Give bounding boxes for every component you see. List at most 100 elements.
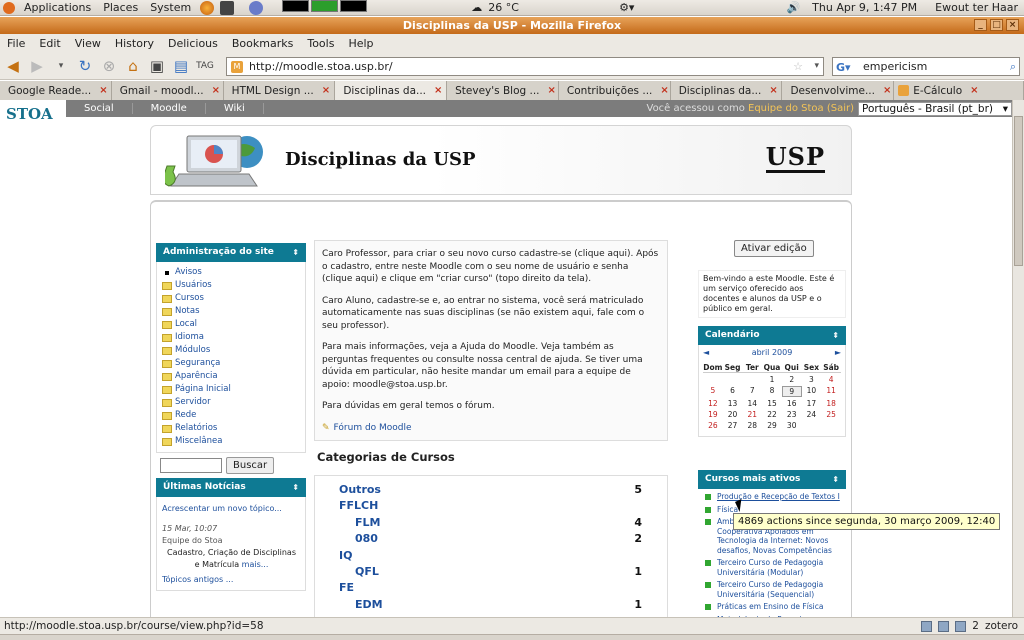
language-select[interactable]: Português - Brasil (pt_br) ▾ (858, 101, 1012, 116)
calendar-header[interactable]: Calendário ⇞ (698, 326, 846, 345)
calendar-day[interactable]: 4 (821, 375, 841, 384)
stoa-link-wiki[interactable]: Wiki (206, 103, 264, 114)
calendar-day[interactable]: 24 (802, 410, 822, 419)
calendar-day[interactable]: 18 (821, 399, 841, 408)
workspace-3[interactable] (340, 0, 368, 12)
status-addon-icon[interactable] (921, 620, 933, 632)
status-mail-icon[interactable] (955, 620, 967, 632)
calendar-day[interactable]: 2 (782, 375, 802, 384)
places-menu[interactable]: Places (97, 1, 144, 14)
menu-file[interactable]: File (0, 37, 32, 50)
category-link[interactable]: Outros (339, 483, 381, 499)
tab-close-icon[interactable]: × (434, 82, 442, 100)
window-titlebar[interactable]: Disciplinas da USP - Mozilla Firefox _ □… (0, 17, 1024, 34)
terminal-launcher-icon[interactable] (220, 0, 235, 15)
admin-search-input[interactable] (160, 458, 222, 473)
active-courses-header[interactable]: Cursos mais ativos ⇞ (698, 470, 846, 489)
menu-edit[interactable]: Edit (32, 37, 67, 50)
calendar-day[interactable]: 15 (762, 399, 782, 408)
admin-item[interactable]: Notas (162, 305, 301, 318)
category-link[interactable]: EDM (339, 598, 383, 614)
history-dropdown-icon[interactable]: ▾ (50, 55, 72, 77)
network-icon[interactable]: ⚙▾ (613, 1, 640, 14)
calendar-day[interactable]: 26 (703, 421, 723, 430)
menu-history[interactable]: History (108, 37, 161, 50)
tab-close-icon[interactable]: × (322, 82, 330, 100)
calendar-day[interactable]: 9 (781, 386, 802, 397)
user-switcher[interactable]: Ewout ter Haar (929, 1, 1024, 14)
close-icon[interactable]: × (1006, 19, 1019, 31)
system-menu[interactable]: System (144, 1, 197, 14)
turn-editing-on-button[interactable]: Ativar edição (734, 240, 814, 257)
next-month-icon[interactable]: ► (835, 348, 841, 360)
collapse-icon[interactable]: ⇞ (832, 326, 839, 345)
calendar-day[interactable]: 28 (742, 421, 762, 430)
admin-item[interactable]: Segurança (162, 357, 301, 370)
url-dropdown-icon[interactable]: ▾ (814, 58, 819, 75)
tab-8[interactable]: E-Cálculo × (894, 81, 1024, 100)
admin-item[interactable]: Local (162, 318, 301, 331)
tab-0[interactable]: Google Reade... × (0, 81, 112, 100)
category-link[interactable]: FFLCH (339, 499, 378, 515)
minimize-icon[interactable]: _ (974, 19, 987, 31)
calendar-day[interactable]: 17 (802, 399, 822, 408)
tag-icon[interactable]: TAG (194, 55, 216, 77)
admin-item[interactable]: Relatórios (162, 422, 301, 435)
menu-delicious[interactable]: Delicious (161, 37, 225, 50)
workspace-switcher[interactable] (280, 0, 368, 15)
login-user-link[interactable]: Equipe do Stoa (748, 103, 824, 114)
tab-close-icon[interactable]: × (970, 82, 978, 100)
calendar-month[interactable]: abril 2009 (752, 348, 793, 360)
active-course-item[interactable]: Práticas em Ensino de Física (702, 602, 842, 612)
calendar-day[interactable]: 29 (762, 421, 782, 430)
admin-item[interactable]: Módulos (162, 344, 301, 357)
clock[interactable]: Thu Apr 9, 1:47 PM (806, 1, 923, 14)
calendar-day[interactable]: 6 (723, 386, 743, 397)
menu-tools[interactable]: Tools (300, 37, 341, 50)
tab-close-icon[interactable]: × (883, 82, 891, 100)
google-engine-icon[interactable]: G▾ (836, 59, 851, 76)
url-bar[interactable]: M http://moodle.stoa.usp.br/ ☆ ▾ (226, 57, 824, 76)
star-icon[interactable]: ☆ (793, 58, 803, 75)
calendar-day[interactable]: 19 (703, 410, 723, 419)
workspace-2[interactable] (311, 0, 339, 12)
admin-item[interactable]: Página Inicial (162, 383, 301, 396)
admin-item[interactable]: Avisos (162, 266, 301, 279)
category-link[interactable]: FE (339, 581, 354, 597)
admin-item[interactable]: Servidor (162, 396, 301, 409)
calendar-day[interactable]: 23 (782, 410, 802, 419)
tab-2[interactable]: HTML Design ... × (224, 81, 336, 100)
category-link[interactable]: FLM (339, 516, 380, 532)
calendar-day[interactable]: 13 (723, 399, 743, 408)
maximize-icon[interactable]: □ (990, 19, 1003, 31)
forward-icon[interactable]: ▶ (26, 55, 48, 77)
tab-1[interactable]: Gmail - moodl... × (112, 81, 224, 100)
admin-item[interactable]: Miscelânea (162, 435, 301, 448)
admin-item[interactable]: Aparência (162, 370, 301, 383)
tab-3[interactable]: Disciplinas da... × (335, 81, 448, 100)
search-input[interactable]: G▾ empericism ⌕ (832, 57, 1020, 76)
stoa-link-social[interactable]: Social (66, 103, 133, 114)
older-topics-link[interactable]: Tópicos antigos ... (162, 574, 301, 586)
calendar-day[interactable]: 1 (762, 375, 782, 384)
calendar-day[interactable]: 14 (742, 399, 762, 408)
bookmark-toolbar-icon[interactable]: ▣ (146, 55, 168, 77)
logout-link[interactable]: (Sair) (827, 103, 854, 114)
active-course-item[interactable]: Terceiro Curso de Pedagogia Universitári… (702, 580, 842, 599)
admin-item[interactable]: Idioma (162, 331, 301, 344)
calendar-day[interactable]: 11 (821, 386, 841, 397)
news-more-link[interactable]: mais... (242, 560, 269, 569)
search-icon[interactable]: ⌕ (1010, 58, 1016, 75)
calendar-day[interactable]: 25 (821, 410, 841, 419)
collapse-icon[interactable]: ⇞ (292, 243, 299, 262)
status-delicious-icon[interactable] (938, 620, 950, 632)
menu-bookmarks[interactable]: Bookmarks (225, 37, 300, 50)
bookmark-page-icon[interactable]: ▤ (170, 55, 192, 77)
add-topic-link[interactable]: Acrescentar um novo tópico... (162, 503, 301, 515)
calendar-day[interactable]: 30 (782, 421, 802, 430)
stoa-logo[interactable]: STOA (0, 100, 66, 130)
admin-item[interactable]: Cursos (162, 292, 301, 305)
news-block-header[interactable]: Últimas Notícias ⇞ (156, 478, 306, 497)
calendar-day[interactable]: 3 (802, 375, 822, 384)
tab-close-icon[interactable]: × (660, 82, 668, 100)
